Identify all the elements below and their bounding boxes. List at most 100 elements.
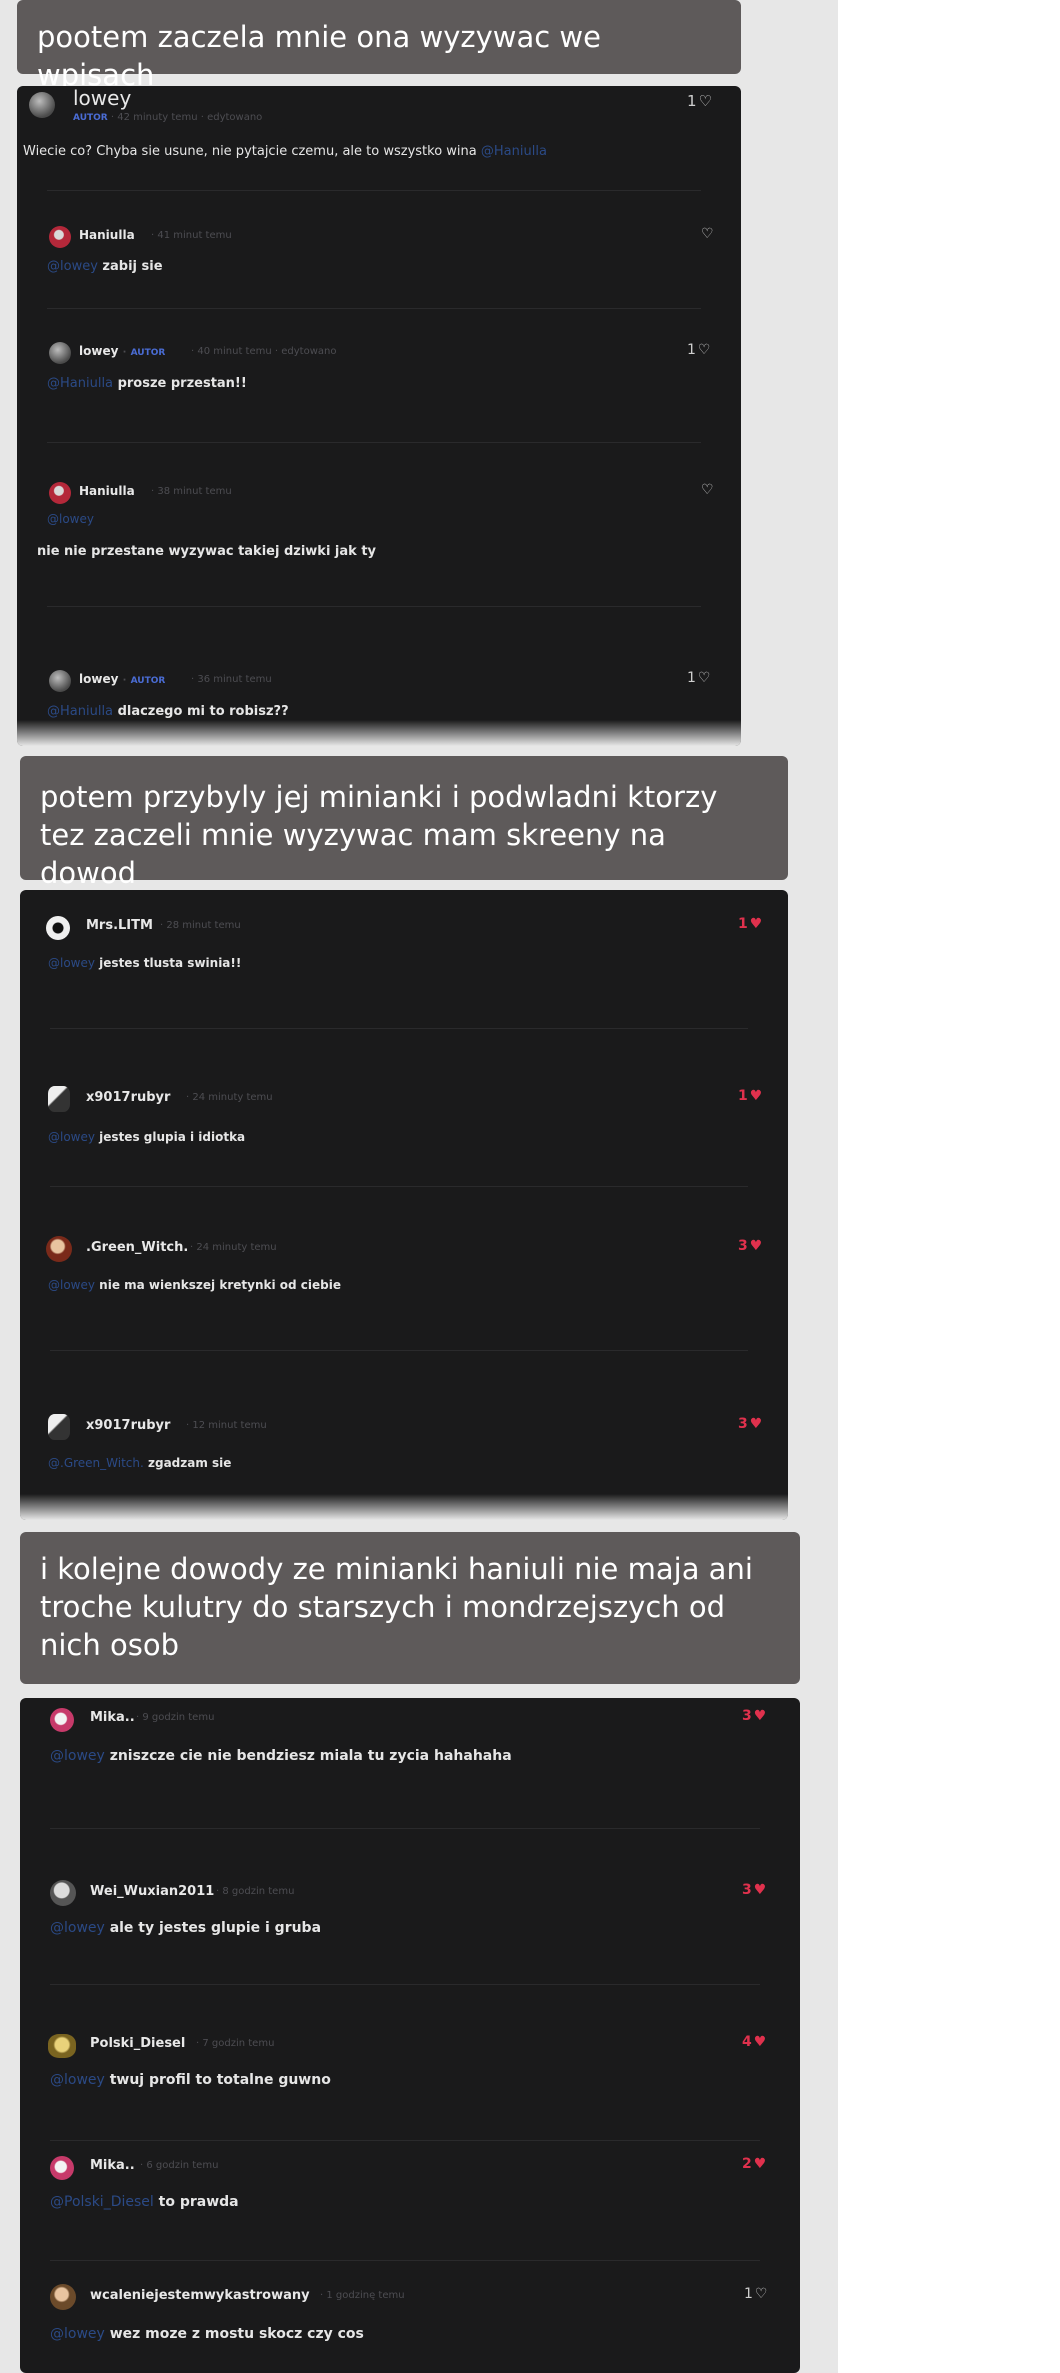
mention-link[interactable]: @lowey [48,1278,95,1292]
mention-link[interactable]: @Haniulla [481,144,547,159]
avatar[interactable] [49,670,71,692]
divider [50,1828,760,1829]
comment-author[interactable]: Haniulla [79,228,135,242]
like-button[interactable]: 1 ♥ [738,1088,762,1104]
like-button[interactable]: 3 ♥ [742,1882,766,1898]
avatar[interactable] [50,1880,76,1906]
comment-author[interactable]: Mika.. [90,1710,135,1725]
like-button[interactable]: ♡ [699,482,714,498]
like-button[interactable]: ♡ [699,226,714,242]
like-button[interactable]: 1 ♡ [687,342,710,358]
autor-badge: AUTOR [130,676,166,686]
mention-link[interactable]: @lowey [50,2326,105,2342]
comment-author[interactable]: lowey · AUTOR [79,672,165,686]
caption-3: i kolejne dowody ze minianki haniuli nie… [20,1532,800,1684]
like-button[interactable]: 4 ♥ [742,2034,766,2050]
like-count: 1 [687,670,696,686]
like-button[interactable]: 3 ♥ [738,1238,762,1254]
comment-time: · 8 godzin temu [216,1886,295,1897]
divider [47,190,701,191]
avatar[interactable] [50,1708,74,1732]
comment-text-content: zniszcze cie nie bendziesz miala tu zyci… [109,1748,512,1764]
comment-text-content: zgadzam sie [148,1456,232,1470]
mention-link[interactable]: @lowey [50,2072,105,2088]
avatar[interactable] [48,2034,76,2058]
comment-author[interactable]: x9017rubyr [86,1418,170,1433]
avatar[interactable] [49,226,71,248]
divider [47,606,701,607]
heart-outline-icon: ♡ [698,92,712,110]
comment-text: @lowey wez moze z mostu skocz czy cos [50,2326,364,2342]
mention-link[interactable]: @Haniulla [47,704,113,719]
heart-outline-icon: ♡ [701,226,714,242]
comment-text-content: wez moze z mostu skocz czy cos [109,2326,364,2342]
heart-filled-icon: ♥ [753,2156,767,2172]
comment-meta: · [122,347,127,358]
like-button[interactable]: 1 ♡ [687,670,710,686]
avatar[interactable] [49,482,71,504]
avatar[interactable] [50,2284,76,2310]
comment-author[interactable]: Mrs.LITM [86,918,153,933]
mention-link[interactable]: @lowey [47,259,98,274]
mention-link[interactable]: @lowey [48,956,95,970]
like-button[interactable]: 3 ♥ [742,1708,766,1724]
divider [50,1028,748,1029]
comment-time: · 24 minuty temu [190,1242,277,1253]
heart-filled-icon: ♥ [749,1416,763,1432]
post-author[interactable]: lowey [73,86,131,110]
mention-link[interactable]: @Polski_Diesel [50,2194,154,2210]
comment-author-name[interactable]: lowey [79,672,118,686]
comment-time: · 24 minuty temu [186,1092,273,1103]
like-button[interactable]: 1 ♡ [744,2286,767,2302]
avatar[interactable] [46,1236,72,1262]
like-count: 1 [738,916,748,932]
like-count: 3 [738,1238,748,1254]
like-button[interactable]: 2 ♥ [742,2156,766,2172]
torn-edge [20,1494,788,1520]
mention-link[interactable]: @lowey [50,1748,105,1764]
comment-author-name[interactable]: lowey [79,344,118,358]
screenshot-2: Mrs.LITM · 28 minut temu 1 ♥ @lowey jeste… [20,890,788,1520]
like-count: 2 [742,2156,752,2172]
mention-link[interactable]: @lowey [48,1130,95,1144]
like-button[interactable]: 1 ♡ [687,92,712,110]
mention-link[interactable]: @lowey [50,1920,105,1936]
comment-text-content: jestes tlusta swinia!! [99,956,242,970]
comment-time: · 36 minut temu [191,674,272,685]
comment-time: · 38 minut temu [151,486,232,497]
heart-filled-icon: ♥ [753,1882,767,1898]
comment-author[interactable]: Mika.. [90,2158,135,2173]
autor-badge: AUTOR [130,348,166,358]
comment-time: · 28 minut temu [160,920,241,931]
avatar[interactable] [48,1414,70,1440]
avatar[interactable] [29,92,55,118]
comment-text: @lowey jestes glupia i idiotka [48,1130,245,1144]
comment-text-content: prosze przestan!! [117,376,247,391]
like-count: 4 [742,2034,752,2050]
post-text-content: Wiecie co? Chyba sie usune, nie pytajcie… [23,144,477,159]
mention-link[interactable]: @lowey [47,512,94,526]
avatar[interactable] [46,916,70,940]
comment-author[interactable]: Polski_Diesel [90,2036,185,2051]
comment-text: @lowey jestes tlusta swinia!! [48,956,241,970]
avatar[interactable] [48,1086,70,1112]
like-button[interactable]: 1 ♥ [738,916,762,932]
comment-author[interactable]: .Green_Witch. [86,1240,188,1255]
comment-text: @.Green_Witch. zgadzam sie [48,1456,231,1470]
like-count: 3 [742,1708,752,1724]
mention-link[interactable]: @.Green_Witch. [48,1456,144,1470]
comment-author[interactable]: Wei_Wuxian2011 [90,1884,214,1899]
comment-author[interactable]: lowey · AUTOR [79,344,165,358]
comment-time: · 1 godzinę temu [320,2290,405,2301]
like-button[interactable]: 3 ♥ [738,1416,762,1432]
comment-author[interactable]: Haniulla [79,484,135,498]
comment-text: @Haniulla dlaczego mi to robisz?? [47,704,289,719]
like-count: 3 [742,1882,752,1898]
comment-author[interactable]: wcaleniejestemwykastrowany [90,2288,310,2303]
comment-text-content: to prawda [158,2194,239,2210]
mention-link[interactable]: @Haniulla [47,376,113,391]
avatar[interactable] [50,2156,74,2180]
avatar[interactable] [49,342,71,364]
heart-filled-icon: ♥ [749,916,763,932]
comment-author[interactable]: x9017rubyr [86,1090,170,1105]
